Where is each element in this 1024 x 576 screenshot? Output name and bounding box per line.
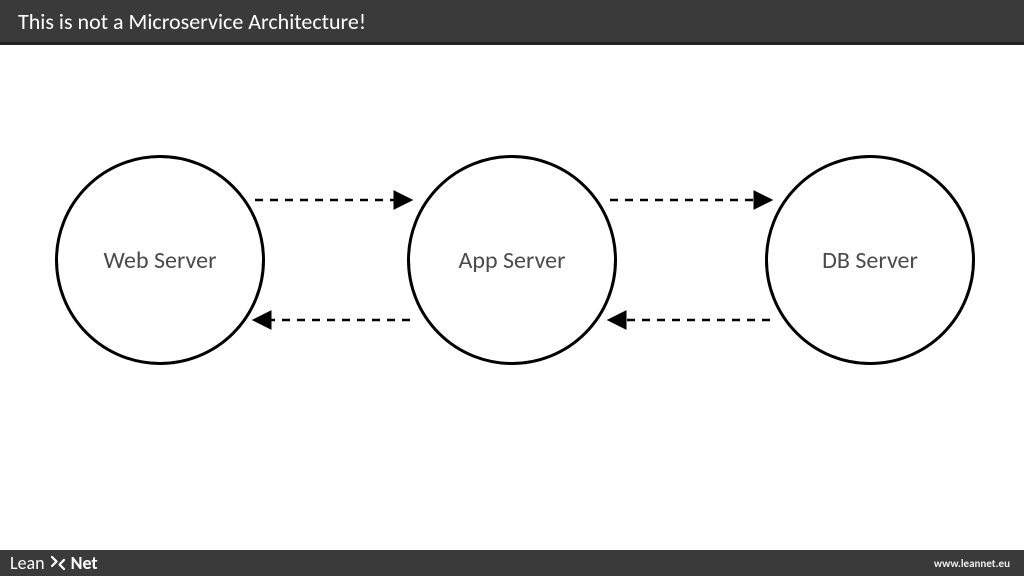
node-app-server: App Server [407, 155, 617, 365]
node-app-server-label: App Server [458, 246, 565, 275]
node-db-server: DB Server [765, 155, 975, 365]
slide-title-bar: This is not a Microservice Architecture! [0, 0, 1024, 45]
node-web-server-label: Web Server [104, 246, 217, 275]
footer-bar: Lean Net www.leannet.eu [0, 550, 1024, 576]
footer-url: www.leannet.eu [934, 557, 1010, 570]
brand-text-left: Lean [10, 552, 45, 574]
brand-arrows-icon [49, 554, 67, 572]
node-web-server: Web Server [55, 155, 265, 365]
slide-title: This is not a Microservice Architecture! [18, 8, 366, 35]
brand-logo: Lean Net [10, 552, 98, 574]
brand-text-right: Net [71, 552, 98, 574]
diagram-canvas: Web Server App Server DB Server [0, 45, 1024, 550]
node-db-server-label: DB Server [822, 246, 918, 275]
